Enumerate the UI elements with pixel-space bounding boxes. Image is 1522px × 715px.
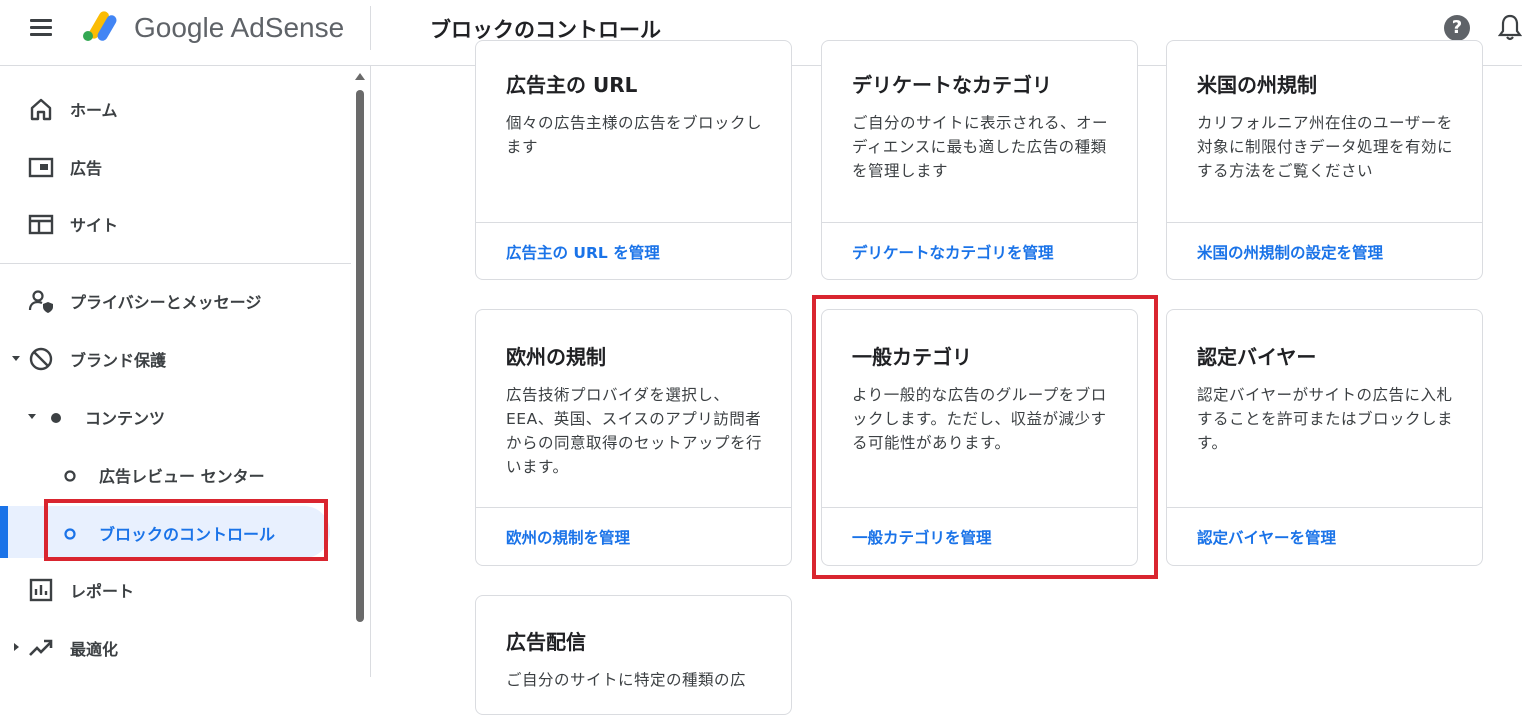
expand-caret-icon <box>28 414 36 419</box>
sidebar-item-label: 最適化 <box>70 640 119 659</box>
card-description: ご自分のサイトに特定の種類の広 <box>506 671 747 689</box>
sidebar-item-label: ホーム <box>70 101 118 120</box>
card-us-state-regulations: 米国の州規制 カリフォルニア州在住のユーザーを対象に制限付きデータ処理を有効にす… <box>1166 40 1483 280</box>
notifications-bell-icon[interactable] <box>1498 13 1522 43</box>
card-divider <box>1167 507 1482 508</box>
circle-icon <box>64 528 76 540</box>
header-divider <box>370 6 371 50</box>
card-divider <box>822 507 1137 508</box>
sidebar-item-label: ブランド保護 <box>70 351 167 370</box>
card-title: デリケートなカテゴリ <box>852 73 1052 97</box>
adsense-logo-icon <box>83 11 117 41</box>
card-description: 認定バイヤーがサイトの広告に入札することを許可またはブロックします。 <box>1197 386 1454 452</box>
circle-icon <box>64 470 76 482</box>
manage-authorized-buyers-link[interactable]: 認定バイヤーを管理 <box>1197 526 1336 548</box>
card-title: 広告配信 <box>506 630 586 654</box>
card-title: 欧州の規制 <box>506 345 606 369</box>
manage-advertiser-url-link[interactable]: 広告主の URL を管理 <box>506 241 660 263</box>
sidebar-item-label: プライバシーとメッセージ <box>70 293 262 312</box>
sidebar-item-ads[interactable]: 広告 <box>0 140 350 192</box>
manage-european-regulations-link[interactable]: 欧州の規制を管理 <box>506 526 630 548</box>
card-title: 認定バイヤー <box>1197 345 1317 369</box>
card-advertiser-url: 広告主の URL 個々の広告主様の広告をブロックします 広告主の URL を管理 <box>475 40 792 280</box>
block-icon <box>29 347 53 371</box>
sidebar-item-label: サイト <box>70 216 119 235</box>
sidebar-nav: ホーム 広告 サイト プライバシーとメッセージ ブランド保護 コンテンツ 広告レ… <box>0 66 371 677</box>
home-icon <box>30 98 52 121</box>
card-ad-serving: 広告配信 ご自分のサイトに特定の種類の広 <box>475 595 792 715</box>
card-title: 一般カテゴリ <box>852 345 972 369</box>
manage-general-categories-link[interactable]: 一般カテゴリを管理 <box>852 526 992 548</box>
collapsed-caret-icon <box>14 643 19 651</box>
card-divider <box>1167 222 1482 223</box>
card-authorized-buyers: 認定バイヤー 認定バイヤーがサイトの広告に入札することを許可またはブロックします… <box>1166 309 1483 566</box>
sidebar-item-privacy[interactable]: プライバシーとメッセージ <box>0 274 350 326</box>
sidebar-item-content[interactable]: コンテンツ <box>0 390 350 442</box>
sidebar-item-reports[interactable]: レポート <box>0 563 350 615</box>
card-description: ご自分のサイトに表示される、オーディエンスに最も適した広告の種類を管理します <box>852 114 1109 180</box>
sidebar-item-label: 広告 <box>70 159 103 178</box>
card-sensitive-categories: デリケートなカテゴリ ご自分のサイトに表示される、オーディエンスに最も適した広告… <box>821 40 1138 280</box>
sidebar-item-home[interactable]: ホーム <box>0 82 350 134</box>
help-icon[interactable]: ? <box>1444 15 1470 41</box>
card-title: 広告主の URL <box>506 73 638 97</box>
card-general-categories: 一般カテゴリ より一般的な広告のグループをブロックします。ただし、収益が減少する… <box>821 309 1138 566</box>
ads-icon <box>28 157 54 178</box>
menu-icon[interactable] <box>22 16 62 40</box>
sidebar-scrollbar-thumb[interactable] <box>356 90 364 622</box>
card-european-regulations: 欧州の規制 広告技術プロバイダを選択し、EEA、英国、スイスのアプリ訪問者からの… <box>475 309 792 566</box>
reports-icon <box>29 578 53 602</box>
card-description: カリフォルニア州在住のユーザーを対象に制限付きデータ処理を有効にする方法をご覧く… <box>1197 114 1454 180</box>
manage-sensitive-categories-link[interactable]: デリケートなカテゴリを管理 <box>852 241 1054 263</box>
scroll-up-arrow-icon[interactable] <box>355 73 365 80</box>
manage-us-state-regulations-link[interactable]: 米国の州規制の設定を管理 <box>1197 241 1383 263</box>
sidebar-item-label: レポート <box>70 582 135 601</box>
sidebar-item-sites[interactable]: サイト <box>0 197 350 249</box>
sidebar-divider <box>0 263 351 264</box>
sidebar-item-brand-protection[interactable]: ブランド保護 <box>0 332 350 384</box>
card-description: より一般的な広告のグループをブロックします。ただし、収益が減少する可能性がありま… <box>852 386 1107 452</box>
sidebar-item-label: ブロックのコントロール <box>99 525 276 544</box>
sidebar-item-blocking-controls[interactable]: ブロックのコントロール <box>0 506 350 558</box>
privacy-icon <box>28 290 53 313</box>
brand-name: Google AdSense <box>134 12 345 43</box>
card-divider <box>476 507 791 508</box>
card-divider <box>476 222 791 223</box>
card-divider <box>822 222 1137 223</box>
dot-icon <box>51 413 61 423</box>
expand-caret-icon <box>12 356 20 361</box>
card-title: 米国の州規制 <box>1197 73 1317 97</box>
sidebar-item-ad-review-center[interactable]: 広告レビュー センター <box>0 448 350 500</box>
card-description: 個々の広告主様の広告をブロックします <box>506 114 763 156</box>
sites-icon <box>28 214 54 235</box>
sidebar-item-label: コンテンツ <box>85 409 166 428</box>
sidebar-item-label: 広告レビュー センター <box>99 467 265 486</box>
trending-up-icon <box>29 639 53 656</box>
sidebar-item-optimization[interactable]: 最適化 <box>0 621 350 673</box>
card-description: 広告技術プロバイダを選択し、EEA、英国、スイスのアプリ訪問者からの同意取得のセ… <box>506 386 763 476</box>
